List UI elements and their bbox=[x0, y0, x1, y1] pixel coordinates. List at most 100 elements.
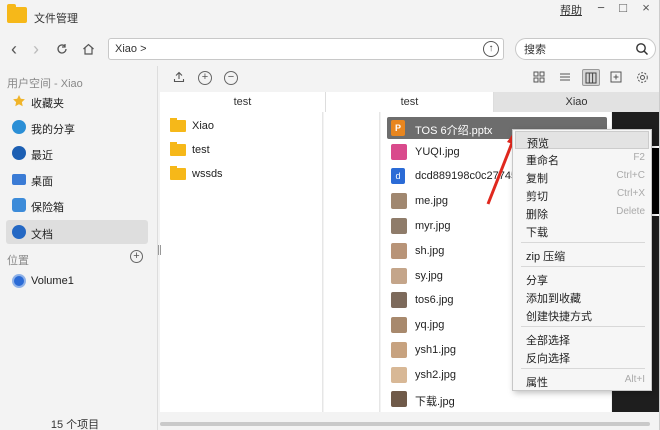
menu-item-zip[interactable]: zip 压缩 bbox=[515, 245, 649, 263]
file-label: tos6.jpg bbox=[415, 294, 454, 306]
clock-icon bbox=[12, 146, 26, 160]
folder-label: wssds bbox=[192, 168, 223, 180]
menu-item-preview[interactable]: 预览 bbox=[515, 131, 649, 150]
column-header[interactable]: test bbox=[160, 92, 326, 112]
app-title: 文件管理 bbox=[34, 13, 78, 25]
disk-icon bbox=[12, 274, 26, 288]
grid-view-icon[interactable] bbox=[532, 71, 546, 85]
menu-item-invert-selection[interactable]: 反向选择 bbox=[515, 347, 649, 365]
sidebar-item-favorites[interactable]: 收藏夹 bbox=[6, 89, 148, 113]
sidebar-item-desktop[interactable]: 桌面 bbox=[6, 167, 148, 191]
menu-item-select-all[interactable]: 全部选择 bbox=[515, 329, 649, 347]
desktop-icon bbox=[12, 174, 26, 185]
sidebar-item-volume1[interactable]: Volume1 bbox=[6, 269, 148, 293]
menu-item-add-favorite[interactable]: 添加到收藏 bbox=[515, 287, 649, 305]
new-window-icon[interactable] bbox=[609, 71, 623, 85]
menu-item-label: 删除 bbox=[526, 209, 548, 221]
menu-shortcut: Delete bbox=[616, 206, 645, 217]
folder-column: Xiao test wssds bbox=[160, 112, 323, 412]
list-view-icon[interactable] bbox=[558, 71, 572, 85]
menu-item-label: 剪切 bbox=[526, 191, 548, 203]
column-view-icon[interactable] bbox=[582, 69, 600, 86]
menu-item-create-shortcut[interactable]: 创建快捷方式 bbox=[515, 305, 649, 323]
list-item[interactable]: test bbox=[166, 139, 316, 161]
forward-button[interactable]: › bbox=[26, 39, 46, 59]
image-thumbnail-icon bbox=[391, 218, 407, 234]
image-thumbnail-icon bbox=[391, 193, 407, 209]
image-thumbnail-icon bbox=[391, 292, 407, 308]
add-icon[interactable]: + bbox=[198, 71, 212, 85]
file-label: YUQI.jpg bbox=[415, 146, 460, 158]
file-label: ysh1.jpg bbox=[415, 344, 456, 356]
path-bar[interactable]: Xiao > ↑ bbox=[108, 38, 504, 60]
ppt-icon: P bbox=[391, 120, 405, 136]
folder-app-icon bbox=[7, 4, 27, 23]
folder-icon bbox=[170, 118, 186, 132]
sidebar-item-recent[interactable]: 最近 bbox=[6, 141, 148, 165]
menu-separator bbox=[521, 326, 645, 327]
close-button[interactable]: × bbox=[635, 0, 657, 15]
search-input[interactable] bbox=[524, 42, 634, 57]
menu-item-label: 反向选择 bbox=[526, 353, 570, 365]
menu-item-label: zip 压缩 bbox=[526, 251, 566, 263]
sidebar-item-my-share[interactable]: 我的分享 bbox=[6, 115, 148, 139]
sidebar-item-documents[interactable]: 文档 bbox=[6, 220, 148, 244]
location-label: 位置 bbox=[7, 255, 29, 267]
home-button[interactable] bbox=[78, 39, 98, 59]
list-item[interactable]: Xiao bbox=[166, 115, 316, 137]
path-go-up-button[interactable]: ↑ bbox=[483, 41, 499, 57]
search-icon[interactable] bbox=[635, 42, 649, 56]
menu-item-rename[interactable]: 重命名 F2 bbox=[515, 149, 649, 167]
image-thumbnail-icon bbox=[391, 144, 407, 160]
menu-item-download[interactable]: 下载 bbox=[515, 221, 649, 239]
image-thumbnail-icon bbox=[391, 317, 407, 333]
share-icon bbox=[12, 120, 26, 134]
menu-item-properties[interactable]: 属性 Alt+I bbox=[515, 371, 649, 389]
maximize-button[interactable]: □ bbox=[612, 0, 634, 15]
minimize-button[interactable]: − bbox=[590, 0, 612, 15]
menu-separator bbox=[521, 266, 645, 267]
menu-shortcut: Alt+I bbox=[624, 374, 645, 385]
menu-separator bbox=[521, 368, 645, 369]
list-item[interactable]: wssds bbox=[166, 163, 316, 185]
menu-shortcut: Ctrl+C bbox=[616, 170, 645, 181]
menu-item-copy[interactable]: 复制 Ctrl+C bbox=[515, 167, 649, 185]
empty-column bbox=[324, 112, 380, 412]
file-label: yq.jpg bbox=[415, 319, 445, 331]
upload-icon[interactable] bbox=[172, 71, 186, 85]
settings-icon[interactable] bbox=[635, 71, 649, 85]
refresh-icon bbox=[57, 44, 67, 54]
refresh-button[interactable] bbox=[52, 39, 72, 59]
nav-bar: ‹ › Xiao > ↑ bbox=[0, 34, 660, 64]
sidebar: 用户空间 - Xiao 收藏夹 我的分享 最近 桌面 保险箱 文档 位置 + V… bbox=[0, 66, 158, 430]
sidebar-item-label: 最近 bbox=[31, 150, 53, 162]
add-location-icon[interactable]: + bbox=[130, 250, 143, 263]
sidebar-item-label: Volume1 bbox=[31, 275, 74, 287]
column-header-current[interactable]: Xiao bbox=[494, 92, 660, 112]
menu-item-share[interactable]: 分享 bbox=[515, 269, 649, 287]
image-thumbnail-icon bbox=[391, 268, 407, 284]
menu-item-label: 创建快捷方式 bbox=[526, 311, 592, 323]
document-file-icon: d bbox=[391, 168, 405, 184]
menu-item-label: 全部选择 bbox=[526, 335, 570, 347]
folder-label: Xiao bbox=[192, 120, 215, 132]
image-thumbnail-icon bbox=[391, 391, 407, 407]
back-button[interactable]: ‹ bbox=[4, 39, 24, 59]
remove-icon[interactable]: − bbox=[224, 71, 238, 85]
menu-item-label: 重命名 bbox=[526, 155, 559, 167]
column-resize-handle[interactable] bbox=[158, 245, 161, 255]
help-link[interactable]: 帮助 bbox=[560, 2, 582, 18]
scrollbar-thumb[interactable] bbox=[160, 422, 650, 426]
column-header[interactable]: test bbox=[326, 92, 494, 112]
table-row[interactable]: 下载.jpg bbox=[387, 388, 607, 410]
path-text: Xiao > bbox=[115, 43, 147, 55]
sidebar-item-safe[interactable]: 保险箱 bbox=[6, 193, 148, 217]
menu-item-label: 添加到收藏 bbox=[526, 293, 581, 305]
menu-item-label: 下载 bbox=[526, 227, 548, 239]
title-bar: 文件管理 帮助 − □ × bbox=[0, 0, 660, 34]
menu-separator bbox=[521, 242, 645, 243]
menu-item-delete[interactable]: 删除 Delete bbox=[515, 203, 649, 221]
menu-item-cut[interactable]: 剪切 Ctrl+X bbox=[515, 185, 649, 203]
horizontal-scrollbar[interactable] bbox=[160, 416, 660, 430]
search-box[interactable] bbox=[515, 38, 656, 60]
